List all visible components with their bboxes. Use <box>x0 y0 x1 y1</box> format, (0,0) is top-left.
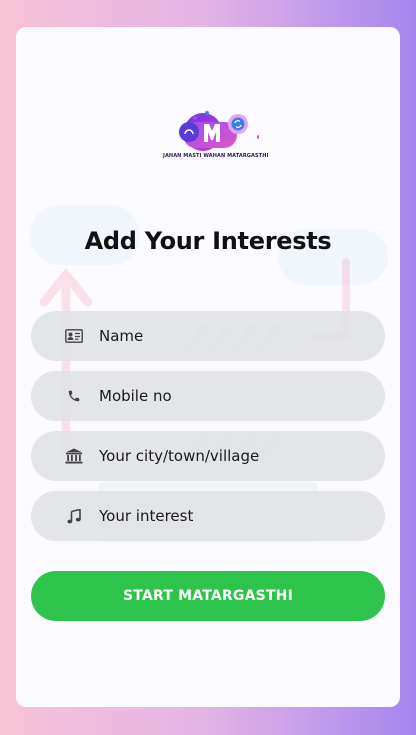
name-input[interactable] <box>99 327 349 345</box>
interest-input[interactable] <box>99 507 349 525</box>
start-matargasthi-button[interactable]: START MATARGASTHI <box>31 571 385 621</box>
matargasthi-logo: JAHAN MASTI WAHAN MATARGASTHI <box>163 100 269 162</box>
page-title: Add Your Interests <box>84 227 332 255</box>
form-card: JAHAN MASTI WAHAN MATARGASTHI Add Your I… <box>16 27 400 707</box>
logo-tagline: JAHAN MASTI WAHAN MATARGASTHI <box>163 153 269 159</box>
interest-field[interactable] <box>31 491 385 541</box>
city-input[interactable] <box>99 447 349 465</box>
city-field[interactable] <box>31 431 385 481</box>
mobile-field[interactable] <box>31 371 385 421</box>
logo-mark-icon <box>179 111 261 151</box>
phone-icon <box>65 387 83 405</box>
name-field[interactable] <box>31 311 385 361</box>
contact-card-icon <box>65 327 83 345</box>
mobile-input[interactable] <box>99 387 349 405</box>
music-note-icon <box>65 507 83 525</box>
bank-building-icon <box>65 447 83 465</box>
